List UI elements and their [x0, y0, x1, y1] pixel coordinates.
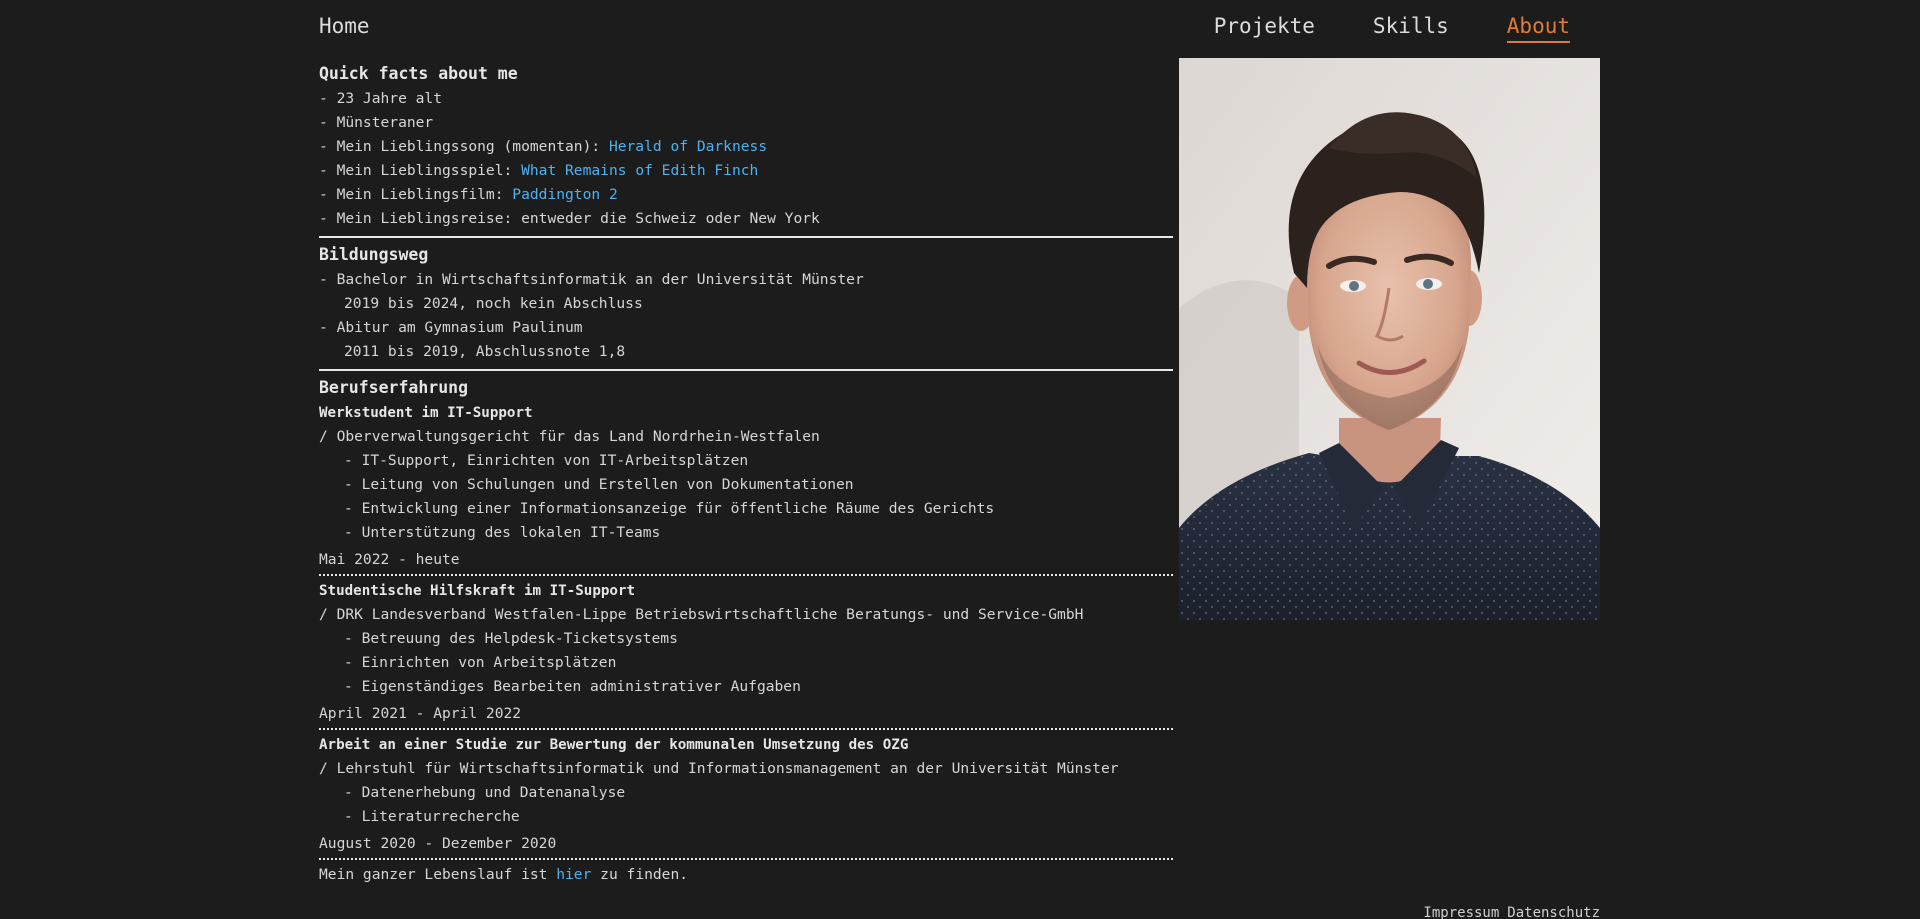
job-period: August 2020 - Dezember 2020 — [319, 835, 557, 852]
job-org: / DRK Landesverband Westfalen-Lippe Betr… — [319, 606, 1084, 623]
film-link[interactable]: Paddington 2 — [512, 186, 617, 203]
nav-projekte-link[interactable]: Projekte — [1214, 14, 1315, 43]
job-task: - Literaturrecherche — [344, 808, 520, 825]
nav-about-link[interactable]: About — [1506, 14, 1570, 43]
job-title: Studentische Hilfskraft im IT-Support — [319, 583, 636, 599]
fact-film: - Mein Lieblingsfilm: Paddington 2 — [319, 186, 618, 203]
job-period: Mai 2022 - heute — [319, 551, 460, 568]
portrait-image — [1179, 58, 1600, 620]
job-period: April 2021 - April 2022 — [319, 705, 522, 722]
education-title: Bildungsweg — [319, 245, 429, 264]
fact-travel: - Mein Lieblingsreise: entweder die Schw… — [319, 210, 820, 227]
fact-origin: - Münsteraner — [319, 114, 434, 131]
nav-links: Projekte Skills About — [1214, 14, 1570, 43]
nav-skills-link[interactable]: Skills — [1373, 14, 1449, 43]
fact-game: - Mein Lieblingsspiel: What Remains of E… — [319, 162, 759, 179]
job-task: - Betreuung des Helpdesk-Ticketsystems — [344, 630, 678, 647]
education-abitur: - Abitur am Gymnasium Paulinum — [319, 319, 583, 336]
job-org: / Oberverwaltungsgericht für das Land No… — [319, 428, 820, 445]
education-abitur-detail: 2011 bis 2019, Abschlussnote 1,8 — [344, 343, 626, 360]
fact-song: - Mein Lieblingssong (momentan): Herald … — [319, 138, 768, 155]
job-task: - IT-Support, Einrichten von IT-Arbeitsp… — [344, 452, 749, 469]
job-title: Arbeit an einer Studie zur Bewertung der… — [319, 737, 909, 753]
section-divider — [319, 236, 1173, 238]
experience-title: Berufserfahrung — [319, 378, 469, 397]
cv-link[interactable]: hier — [556, 866, 591, 883]
game-link[interactable]: What Remains of Edith Finch — [521, 162, 758, 179]
education-bachelor: - Bachelor in Wirtschaftsinformatik an d… — [319, 271, 864, 288]
quick-facts-title: Quick facts about me — [319, 64, 518, 83]
top-nav: Home Projekte Skills About — [319, 0, 1600, 50]
datenschutz-link[interactable]: Datenschutz — [1507, 905, 1600, 919]
job-task: - Leitung von Schulungen und Erstellen v… — [344, 476, 854, 493]
job-title: Werkstudent im IT-Support — [319, 405, 533, 421]
footer: Impressum Datenschutz — [1423, 905, 1600, 919]
nav-home-link[interactable]: Home — [319, 14, 370, 38]
profile-photo — [1179, 58, 1600, 620]
song-link[interactable]: Herald of Darkness — [609, 138, 767, 155]
education-bachelor-detail: 2019 bis 2024, noch kein Abschluss — [344, 295, 643, 312]
job-divider — [319, 858, 1173, 860]
impressum-link[interactable]: Impressum — [1423, 905, 1499, 919]
job-org: / Lehrstuhl für Wirtschaftsinformatik un… — [319, 760, 1119, 777]
job-task: - Einrichten von Arbeitsplätzen — [344, 654, 617, 671]
job-task: - Eigenständiges Bearbeiten administrati… — [344, 678, 801, 695]
job-task: - Datenerhebung und Datenanalyse — [344, 784, 626, 801]
about-page: Home Projekte Skills About Quick facts a… — [0, 0, 1920, 919]
job-task: - Unterstützung des lokalen IT-Teams — [344, 524, 661, 541]
job-task: - Entwicklung einer Informationsanzeige … — [344, 500, 995, 517]
job-divider — [319, 574, 1173, 576]
fact-age: - 23 Jahre alt — [319, 90, 443, 107]
section-divider — [319, 369, 1173, 371]
job-divider — [319, 728, 1173, 730]
cv-line: Mein ganzer Lebenslauf ist hier zu finde… — [319, 866, 689, 883]
main-content: Quick facts about me - 23 Jahre alt - Mü… — [319, 59, 1173, 887]
